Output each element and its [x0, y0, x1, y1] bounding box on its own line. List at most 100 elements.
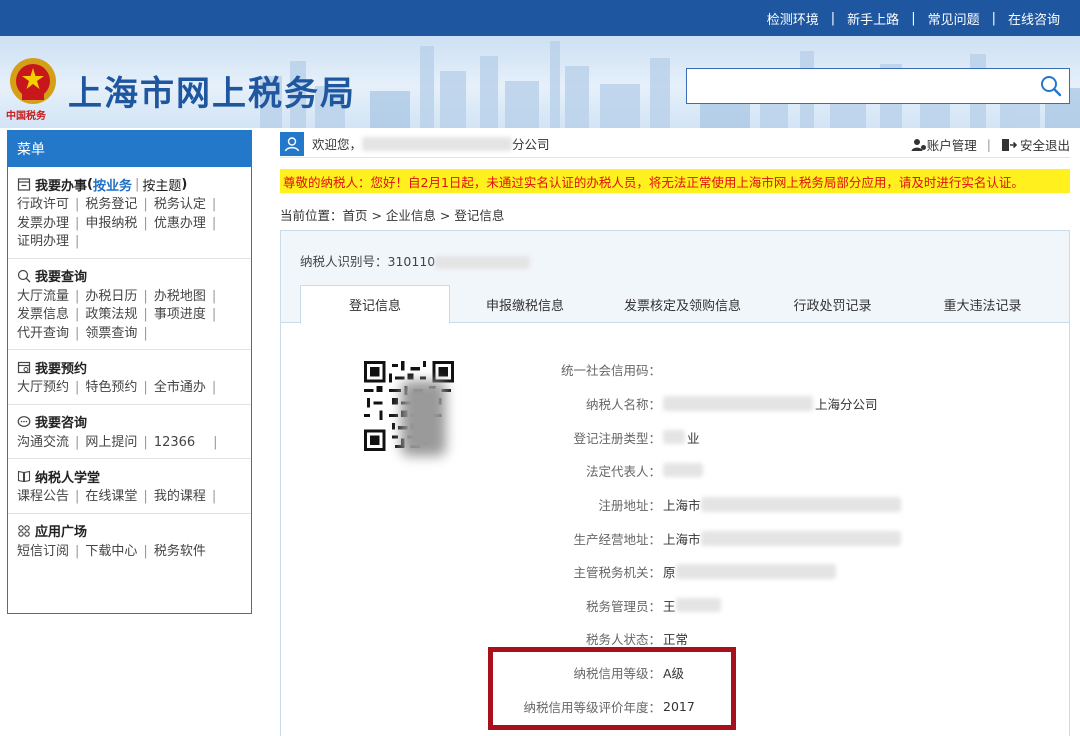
info-value: 业: [687, 430, 700, 446]
search-icon: [1041, 76, 1062, 97]
info-row-credit-code: 统一社会信用码：: [471, 359, 1031, 379]
search-icon: [17, 269, 31, 282]
breadcrumb: 当前位置：首页 > 企业信息 > 登记信息: [280, 208, 505, 223]
info-label: 注册地址：: [598, 497, 661, 513]
section-title: 我要查询: [35, 270, 88, 285]
info-label: 生产经营地址：: [573, 531, 661, 547]
menu-link[interactable]: 特色预约: [85, 380, 137, 395]
real-name-notice: 尊敬的纳税人：您好！自2月1日起，未通过实名认证的办税人员，将无法正常使用上海市…: [280, 169, 1070, 193]
divider: |: [134, 176, 140, 192]
search-input[interactable]: [687, 69, 1027, 103]
menu-link[interactable]: 发票办理: [17, 216, 69, 231]
menu-link[interactable]: 办税地图: [154, 289, 206, 304]
national-emblem-icon: [10, 58, 56, 104]
info-row-registration-type: 登记注册类型： 业: [471, 427, 1031, 447]
logout-label: 安全退出: [1019, 138, 1070, 153]
menu-section-business: 我要办事 ( 按业务 | 按主题 ) 行政许可 | 税务登记 | 税务认定 | 发票办理 |…: [8, 167, 251, 259]
menu-link[interactable]: 全市通办: [154, 380, 206, 395]
taxpayer-id: 纳税人识别号：310110: [300, 251, 531, 270]
taxpayer-id-value: 310110: [387, 254, 436, 269]
info-row-tax-administrator: 税务管理员： 王: [471, 595, 1031, 615]
menu-link[interactable]: 我的课程: [154, 489, 206, 504]
site-title: 上海市网上税务局: [68, 74, 356, 114]
tab-invoice[interactable]: 发票核定及领购信息: [600, 285, 765, 323]
redacted-value: [663, 430, 685, 444]
search-button[interactable]: [1035, 71, 1067, 101]
menu-link[interactable]: 短信订阅: [17, 544, 69, 559]
info-value: 上海市: [663, 497, 701, 513]
info-value: 原: [663, 564, 676, 580]
tab-tax-payment[interactable]: 申报缴税信息: [450, 285, 600, 323]
menu-section-school: 纳税人学堂 课程公告 | 在线课堂 | 我的课程 |: [8, 459, 251, 514]
info-label: 统一社会信用码：: [560, 362, 661, 378]
taxpayer-id-label: 纳税人识别号：: [300, 254, 388, 269]
section-title: 我要咨询: [35, 416, 88, 431]
menu-link[interactable]: 12366: [154, 435, 195, 450]
menu-link[interactable]: 税务软件: [154, 544, 206, 559]
sidebar-header: 菜单: [8, 131, 251, 167]
top-links: 检测环境 | 新手上路 | 常见问题 | 在线咨询: [767, 0, 1060, 36]
info-tabs: 登记信息 申报缴税信息 发票核定及领购信息 行政处罚记录 重大违法记录: [300, 285, 1065, 324]
info-label: 法定代表人：: [585, 463, 661, 479]
info-label: 主管税务机关：: [573, 564, 661, 580]
top-bar: 检测环境 | 新手上路 | 常见问题 | 在线咨询: [0, 0, 1080, 36]
section-title: 我要办事: [35, 178, 88, 194]
logout-link[interactable]: 安全退出: [1001, 135, 1070, 154]
menu-link[interactable]: 下载中心: [85, 544, 137, 559]
menu-link[interactable]: 事项进度: [154, 307, 206, 322]
menu-link[interactable]: 领票查询: [85, 326, 137, 341]
menu-link[interactable]: 证明办理: [17, 234, 69, 249]
menu-link[interactable]: 办税日历: [85, 289, 137, 304]
redacted-value: [675, 563, 836, 579]
info-panel: 纳税人识别号：310110 登记信息 申报缴税信息 发票核定及领购信息 行政处罚…: [280, 230, 1070, 736]
menu-link[interactable]: 代开查询: [17, 326, 69, 341]
menu-link[interactable]: 政策法规: [85, 307, 137, 322]
logout-icon: [1001, 138, 1017, 151]
user-icon: [280, 131, 304, 156]
section-title: 纳税人学堂: [35, 470, 101, 486]
redacted-value: [700, 496, 901, 512]
menu-link[interactable]: 沟通交流: [17, 435, 69, 450]
sidebar-menu: 菜单 我要办事 ( 按业务 | 按主题 ) 行政许可 | 税务登记 | 税务认定 | 发票…: [7, 130, 252, 614]
info-row-tax-authority: 主管税务机关： 原: [471, 561, 1031, 581]
redacted-value: [663, 395, 813, 411]
menu-link[interactable]: 税务认定: [154, 197, 206, 212]
menu-link[interactable]: 大厅预约: [17, 380, 69, 395]
welcome-company-suffix: 分公司: [512, 137, 550, 152]
redacted-value: [675, 598, 721, 612]
menu-link[interactable]: 在线课堂: [85, 489, 137, 504]
info-label: 税务人状态：: [585, 631, 661, 647]
option-by-topic[interactable]: 按主题: [142, 175, 181, 194]
top-link-online-consult[interactable]: 在线咨询: [1008, 9, 1060, 28]
menu-section-query: 我要查询 大厅流量 | 办税日历 | 办税地图 | 发票信息 | 政策法规 | 事项进度 | 代开查…: [8, 259, 251, 350]
info-value: 上海分公司: [815, 396, 878, 412]
tab-registration[interactable]: 登记信息: [300, 285, 450, 324]
option-by-business[interactable]: 按业务: [93, 175, 132, 194]
info-row-registered-address: 注册地址： 上海市: [471, 494, 1031, 514]
info-row-taxpayer-status: 税务人状态： 正常: [471, 628, 1031, 648]
redacted-company-name: [362, 136, 513, 151]
menu-link[interactable]: 网上提问: [85, 435, 137, 450]
book-icon: [17, 470, 31, 483]
menu-link[interactable]: 课程公告: [17, 489, 69, 504]
info-value: 正常: [663, 631, 689, 647]
tab-penalty[interactable]: 行政处罚记录: [765, 285, 900, 323]
info-label: 登记注册类型：: [573, 430, 661, 446]
redacted-taxpayer-id: [435, 256, 531, 269]
account-label: 账户管理: [926, 138, 977, 153]
top-link-beginner[interactable]: 新手上路: [847, 9, 899, 28]
top-link-faq[interactable]: 常见问题: [928, 9, 980, 28]
header-banner: 中国税务 上海市网上税务局: [0, 36, 1080, 128]
account-management-link[interactable]: 账户管理: [911, 135, 977, 154]
tab-major-violation[interactable]: 重大违法记录: [900, 285, 1065, 323]
info-row-business-address: 生产经营地址： 上海市: [471, 528, 1031, 548]
menu-link[interactable]: 发票信息: [17, 307, 69, 322]
menu-link[interactable]: 税务登记: [85, 197, 137, 212]
menu-link[interactable]: 大厅流量: [17, 289, 69, 304]
menu-link[interactable]: 申报纳税: [85, 216, 137, 231]
info-value: 王: [663, 598, 676, 614]
top-link-check-env[interactable]: 检测环境: [767, 9, 819, 28]
menu-link[interactable]: 行政许可: [17, 197, 69, 212]
menu-link[interactable]: 优惠办理: [154, 216, 206, 231]
menu-section-appointment: 我要预约 大厅预约 | 特色预约 | 全市通办 |: [8, 350, 251, 405]
